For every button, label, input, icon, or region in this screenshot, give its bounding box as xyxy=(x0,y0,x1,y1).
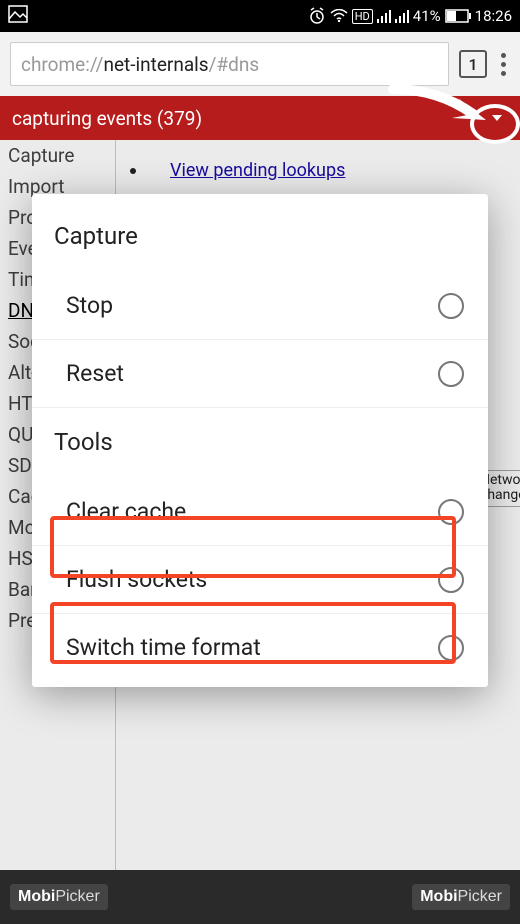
option-stop[interactable]: Stop xyxy=(32,272,488,340)
watermark: MobiPicker xyxy=(10,884,108,910)
picture-icon xyxy=(8,5,28,27)
dialog-section-capture: Capture xyxy=(32,194,488,272)
capture-banner: capturing events (379) xyxy=(0,96,520,140)
option-label: Reset xyxy=(66,360,124,387)
tab-switcher[interactable]: 1 xyxy=(459,50,487,78)
watermark-bar: MobiPicker MobiPicker xyxy=(0,870,520,924)
option-label: Clear cache xyxy=(66,498,186,525)
option-clear-cache[interactable]: Clear cache xyxy=(32,478,488,546)
banner-dropdown-icon[interactable] xyxy=(492,115,502,121)
battery-percent: 41% xyxy=(413,7,441,25)
banner-text: capturing events (379) xyxy=(12,107,202,130)
battery-icon xyxy=(445,9,471,23)
url-host: net-internals xyxy=(103,53,208,76)
url-path: /#dns xyxy=(209,53,260,76)
url-bar[interactable]: chrome://net-internals/#dns xyxy=(10,42,449,86)
menu-button[interactable] xyxy=(497,49,510,80)
dialog-section-tools: Tools xyxy=(32,408,488,478)
url-prefix: chrome:// xyxy=(21,53,103,76)
signal-icon-2 xyxy=(395,9,409,23)
option-label: Flush sockets xyxy=(66,566,207,593)
wifi-icon xyxy=(330,9,348,23)
option-switch-time-format[interactable]: Switch time format xyxy=(32,614,488,681)
option-reset[interactable]: Reset xyxy=(32,340,488,408)
options-dialog: Capture Stop Reset Tools Clear cache Flu… xyxy=(32,194,488,687)
hd-badge: HD xyxy=(352,9,373,24)
tab-count: 1 xyxy=(468,55,477,74)
status-bar: HD 41% 18:26 xyxy=(0,0,520,32)
browser-toolbar: chrome://net-internals/#dns 1 xyxy=(0,32,520,96)
radio-icon xyxy=(438,499,464,525)
option-flush-sockets[interactable]: Flush sockets xyxy=(32,546,488,614)
alarm-icon xyxy=(308,7,326,25)
clock-text: 18:26 xyxy=(475,7,512,25)
option-label: Switch time format xyxy=(66,634,261,661)
option-label: Stop xyxy=(66,292,113,319)
signal-icon-1 xyxy=(377,9,391,23)
radio-icon xyxy=(438,635,464,661)
watermark: MobiPicker xyxy=(412,884,510,910)
radio-icon xyxy=(438,361,464,387)
radio-icon xyxy=(438,293,464,319)
radio-icon xyxy=(438,567,464,593)
